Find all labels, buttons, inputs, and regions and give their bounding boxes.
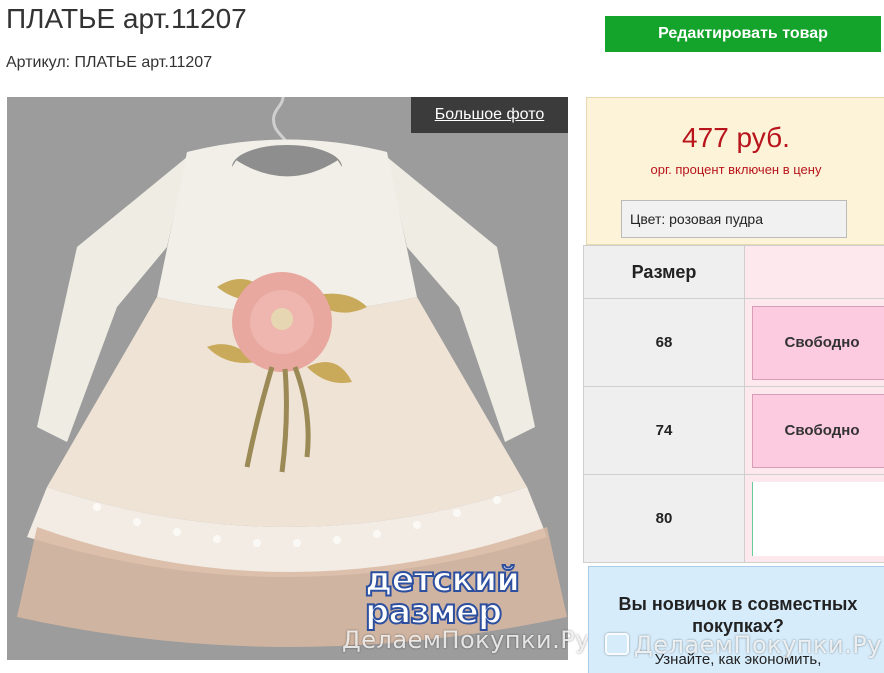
size-table-header: Размер	[583, 245, 884, 299]
product-title: ПЛАТЬЕ арт.11207	[6, 3, 247, 34]
product-sku: Артикул: ПЛАТЬЕ арт.11207	[6, 54, 213, 71]
brand-logo: детский размер	[364, 559, 565, 633]
price-note: орг. процент включен в цену	[650, 162, 822, 177]
color-select[interactable]: Цвет: розовая пудра	[621, 200, 847, 238]
table-row: 74 Свободно	[583, 386, 884, 475]
size-table: Размер 68 Свободно 74 Свободно 80	[583, 245, 884, 563]
size-value: 74	[583, 386, 745, 475]
wallet-icon	[605, 633, 629, 655]
footer-watermark: ДелаемПокупки.Ру	[634, 631, 882, 659]
price-value: 477 руб.	[682, 122, 790, 153]
big-photo-link[interactable]: Большое фото	[411, 97, 568, 133]
edit-product-button[interactable]: Редактировать товар	[605, 16, 881, 52]
size-status-empty[interactable]	[752, 481, 884, 556]
table-row: 80	[583, 474, 884, 563]
price-box: 477 руб. орг. процент включен в цену Цве…	[586, 97, 884, 245]
status-header	[744, 245, 884, 299]
size-available-button[interactable]: Свободно	[752, 393, 884, 468]
photo-watermark: ДелаемПокупки.Ру	[342, 626, 590, 654]
size-available-button[interactable]: Свободно	[752, 305, 884, 380]
table-row: 68 Свободно	[583, 298, 884, 387]
size-value: 68	[583, 298, 745, 387]
size-header: Размер	[583, 245, 745, 299]
size-value: 80	[583, 474, 745, 563]
